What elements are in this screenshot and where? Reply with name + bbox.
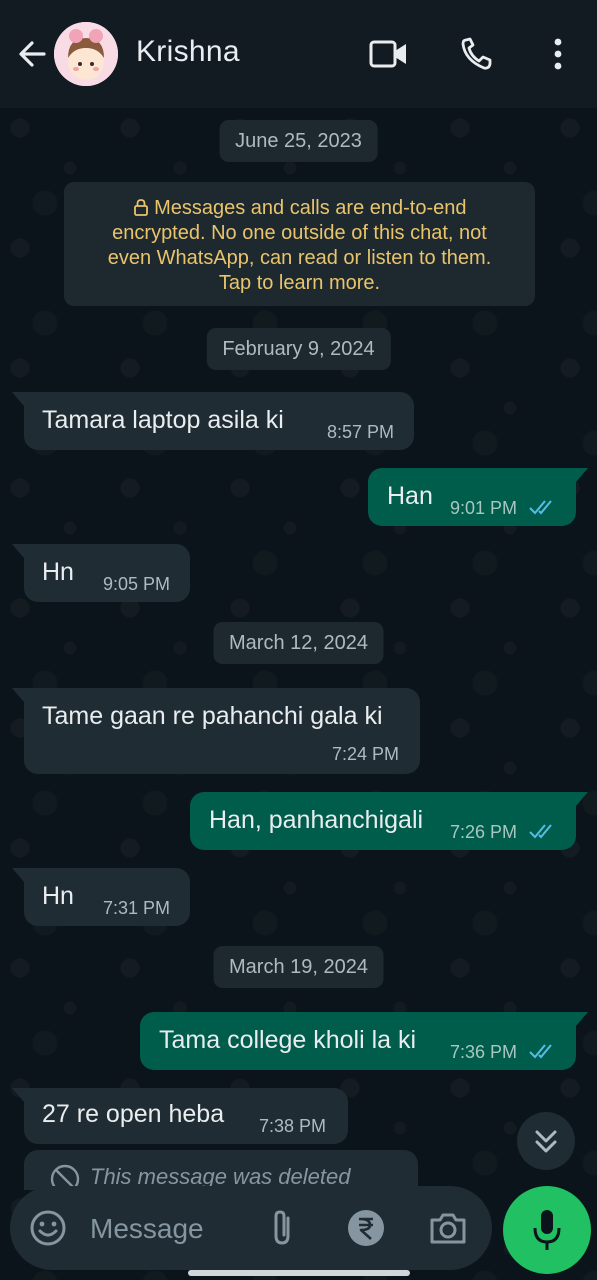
avatar-image [54,22,118,86]
double-chevron-down-icon [535,1130,557,1153]
message-text: Hn [42,882,74,910]
incoming-message[interactable]: 27 re open heba 7:38 PM [12,1088,348,1144]
more-options-icon[interactable] [538,36,578,72]
message-text: Tamara laptop asila ki [42,406,284,434]
encryption-text-3: even WhatsApp, can read or listen to the… [107,247,492,269]
message-time: 9:05 PM [103,574,171,594]
outgoing-message[interactable]: Han, panhanchigali 7:26 PM [190,792,588,850]
message-time: 7:36 PM [450,1042,518,1062]
message-text: Tama college kholi la ki [159,1026,417,1054]
outgoing-message[interactable]: Han 9:01 PM [368,468,588,526]
home-indicator[interactable] [188,1270,410,1276]
message-text: Tame gaan re pahanchi gala ki [42,702,383,730]
chat-header: Krishna [0,0,597,108]
message-time: 9:01 PM [450,498,518,518]
date-chip: March 19, 2024 [213,946,384,988]
encryption-notice[interactable]: Messages and calls are end-to-end encryp… [64,182,535,306]
message-time: 8:57 PM [327,422,395,442]
camera-icon[interactable] [428,1208,468,1248]
message-composer: Message [10,1186,492,1270]
emoji-icon[interactable] [28,1208,68,1248]
read-receipt-icon [529,500,552,515]
message-input[interactable]: Message [90,1213,204,1245]
rupee-payment-icon[interactable] [346,1208,386,1248]
date-chip: February 9, 2024 [206,328,391,370]
encryption-text-2: encrypted. No one outside of this chat, … [112,222,487,244]
lock-icon [133,199,148,216]
voice-call-icon[interactable] [458,36,498,72]
incoming-message[interactable]: Tamara laptop asila ki 8:57 PM [12,392,414,450]
scroll-to-bottom-button[interactable] [517,1112,575,1170]
message-text: Han, panhanchigali [209,806,424,834]
contact-avatar[interactable] [54,22,118,86]
incoming-message[interactable]: Hn 9:05 PM [12,544,190,602]
message-text: Han [387,482,433,510]
encryption-text-1: Messages and calls are end-to-end [154,197,467,219]
encryption-line: Messages and calls are end-to-end [74,196,525,221]
date-chip: June 25, 2023 [219,120,378,162]
contact-name[interactable]: Krishna [136,35,240,69]
date-chip: March 12, 2024 [213,622,384,664]
read-receipt-icon [529,824,552,839]
message-text: Hn [42,558,74,586]
back-arrow-icon[interactable] [14,36,50,72]
video-call-icon[interactable] [368,36,408,72]
message-time: 7:31 PM [103,898,171,918]
message-time: 7:26 PM [450,822,518,842]
message-time: 7:24 PM [332,744,400,764]
message-time: 7:38 PM [259,1116,327,1136]
encryption-text-4: Tap to learn more. [218,272,381,294]
incoming-message[interactable]: Hn 7:31 PM [12,868,190,926]
outgoing-message[interactable]: Tama college kholi la ki 7:36 PM [140,1012,588,1070]
deleted-message[interactable]: This message was deleted [24,1150,418,1190]
attach-icon[interactable] [262,1208,302,1248]
read-receipt-icon [529,1044,552,1059]
mic-icon [533,1210,561,1250]
incoming-message[interactable]: Tame gaan re pahanchi gala ki 7:24 PM [12,688,420,774]
message-text: 27 re open heba [42,1100,225,1128]
voice-record-button[interactable] [503,1186,591,1274]
